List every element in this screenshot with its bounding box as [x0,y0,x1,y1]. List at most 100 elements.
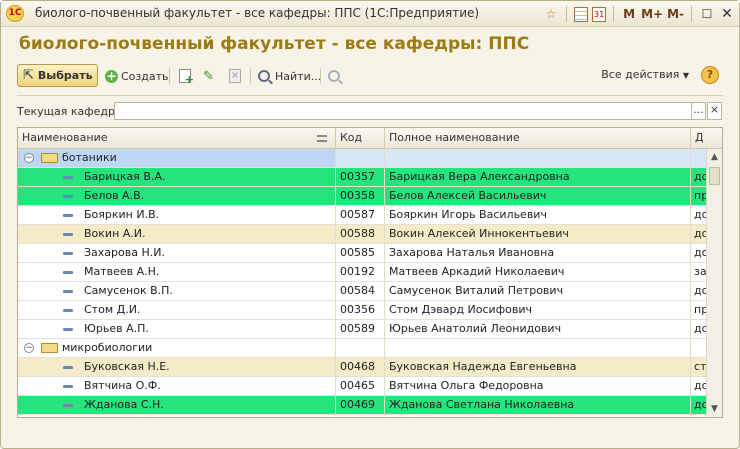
code-cell [336,149,385,167]
item-icon [63,290,73,293]
folder-icon [41,343,58,353]
divider [691,6,692,22]
divider [320,68,321,84]
table-row[interactable]: Буковская Н.Е. 00468 Буковская Надежда Евг… [18,358,706,377]
find-button[interactable]: Найти... [258,66,321,86]
scroll-up-icon[interactable]: ▲ [709,151,720,163]
divider [566,6,568,22]
item-icon [63,366,73,369]
name-cell: Барицкая В.А. [18,168,336,186]
name-cell: Белов А.В. [18,187,336,205]
group-row[interactable]: − ботаники [18,149,706,168]
app-logo-icon[interactable]: 1С [6,5,24,22]
full-name-cell: Бояркин Игорь Васильевич [385,206,691,224]
position-cell [691,149,706,167]
position-cell: до [694,322,706,335]
code-cell: 00192 [336,263,385,281]
full-name-cell [385,149,691,167]
all-actions-label: Все действия [601,68,680,81]
item-icon [63,176,73,179]
table-row[interactable]: Белов А.В. 00358 Белов Алексей Васильевич п… [18,187,706,206]
position-cell: до [694,227,706,240]
dropdown-arrow-icon: ▼ [682,71,689,80]
group-row[interactable]: − микробиологии [18,339,706,358]
memory-m-plus-button[interactable]: M+ [641,5,663,23]
staff-table[interactable]: Наименование Код Полное наименование Д −… [17,127,723,418]
clear-department-button[interactable]: × [707,102,722,120]
column-header-position[interactable]: Д [691,128,722,149]
name-cell: Жданова С.Н. [18,396,336,414]
table-row[interactable]: Матвеев А.Н. 00192 Матвеев Аркадий Николае… [18,263,706,282]
title-bar-tools: ☆ 31 M M+ M- ☐ ✕ [543,4,735,24]
all-actions-menu[interactable]: Все действия ▼ [601,68,689,81]
cancel-search-button[interactable] [328,66,340,86]
position-cell: до [694,246,706,259]
current-department-label: Текущая кафедра: [17,105,126,118]
delete-button[interactable]: × [229,66,241,86]
scroll-down-icon[interactable]: ▼ [709,403,720,415]
column-header-full-name[interactable]: Полное наименование [385,128,691,149]
full-name-cell: Вятчина Ольга Федоровна [385,377,691,395]
plus-circle-icon: + [105,68,118,83]
name-text: микробиологии [62,341,153,354]
code-cell: 00465 [336,377,385,395]
calendar-icon[interactable]: 31 [592,6,607,22]
create-button[interactable]: + Создать [105,66,169,86]
choose-button[interactable]: ⇱ Выбрать [17,64,98,87]
full-name-cell [385,339,691,357]
table-header: Наименование Код Полное наименование Д [18,128,722,149]
name-text: Захарова Н.И. [84,246,165,259]
table-row[interactable]: Самусенок В.П. 00584 Самусенок Виталий Пет… [18,282,706,301]
table-row[interactable]: Барицкая В.А. 00357 Барицкая Вера Александ… [18,168,706,187]
collapse-icon[interactable]: − [24,343,34,353]
name-cell: Матвеев А.Н. [18,263,336,281]
full-name-cell: Захарова Наталья Ивановна [385,244,691,262]
code-cell: 00587 [336,206,385,224]
column-header-name[interactable]: Наименование [18,128,336,149]
table-row[interactable]: Бояркин И.В. 00587 Бояркин Игорь Васильеви… [18,206,706,225]
name-cell: Вокин А.И. [18,225,336,243]
table-row[interactable]: Вокин А.И. 00588 Вокин Алексей Иннокентьев… [18,225,706,244]
item-icon [63,328,73,331]
item-icon [63,233,73,236]
title-bar: 1С биолого-почвенный факультет - все каф… [1,1,739,27]
code-cell: 00589 [336,320,385,338]
item-icon [63,385,73,388]
table-row[interactable]: Вятчина О.Ф. 00465 Вятчина Ольга Федоровна… [18,377,706,396]
code-cell: 00585 [336,244,385,262]
code-cell: 00584 [336,282,385,300]
help-icon[interactable]: ? [701,66,719,84]
collapse-icon[interactable]: − [24,153,34,163]
edit-button[interactable]: ✎ [203,66,214,86]
name-cell: Бояркин И.В. [18,206,336,224]
item-icon [63,252,73,255]
table-row[interactable]: Жданова С.Н. 00469 Жданова Светлана Никола… [18,396,706,415]
scroll-thumb[interactable] [709,167,720,185]
memory-m-button[interactable]: M [621,5,637,23]
name-cell: Буковская Н.Е. [18,358,336,376]
table-row[interactable]: Захарова Н.И. 00585 Захарова Наталья Ивано… [18,244,706,263]
full-name-cell: Юрьев Анатолий Леонидович [385,320,691,338]
column-header-code[interactable]: Код [336,128,385,149]
table-row[interactable]: Стом Д.И. 00356Стом Дэвард Иосифовичпр [18,301,706,320]
current-department-input[interactable] [114,102,692,120]
select-department-button[interactable]: ... [691,102,706,120]
star-icon[interactable]: ☆ [543,5,559,23]
table-row[interactable]: Юрьев А.П. 00589 Юрьев Анатолий Леонидович… [18,320,706,339]
name-text: Барицкая В.А. [84,170,166,183]
vertical-scrollbar[interactable]: ▲ ▼ [706,149,722,417]
name-text: Самусенок В.П. [84,284,173,297]
add-copy-icon [179,69,194,86]
divider [169,68,170,84]
full-name-cell: Стом Дэвард Иосифович [385,301,691,319]
window-title: биолого-почвенный факультет - все кафедр… [35,6,480,20]
copy-button[interactable] [179,66,194,86]
close-icon[interactable]: ✕ [719,5,735,23]
memory-m-minus-button[interactable]: M- [667,5,684,23]
full-name-cell: Вокин Алексей Иннокентьевич [385,225,691,243]
code-cell: 00358 [336,187,385,205]
position-cell: до [694,208,706,221]
calendar-grid-icon[interactable] [574,6,589,22]
position-cell: до [694,398,706,411]
maximize-icon[interactable]: ☐ [699,5,715,23]
